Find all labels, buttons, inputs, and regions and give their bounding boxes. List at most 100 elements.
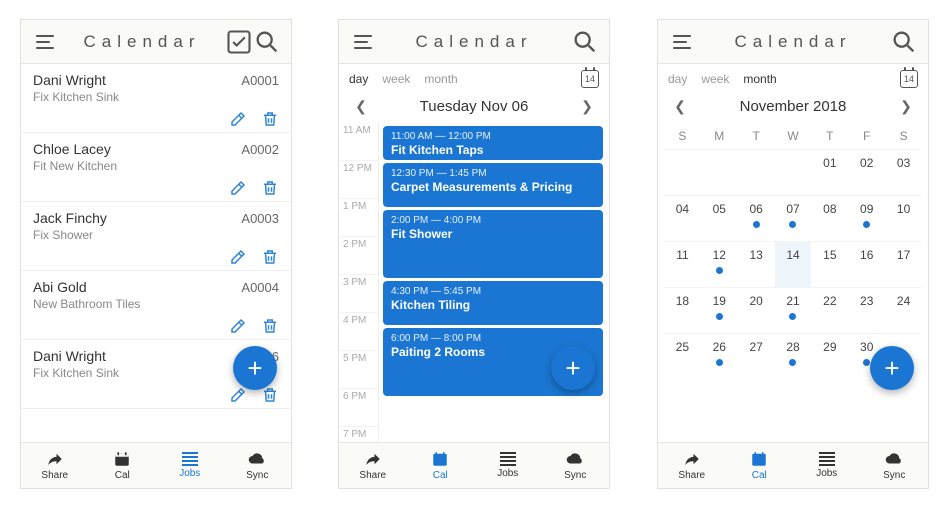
trash-icon[interactable]: [261, 179, 279, 197]
menu-button[interactable]: [349, 28, 377, 56]
jump-today-button[interactable]: 14: [900, 70, 918, 88]
month-day-cell[interactable]: 04: [664, 195, 701, 241]
calendar-event[interactable]: 4:30 PM — 5:45 PMKitchen Tiling: [383, 281, 603, 325]
view-tab-week[interactable]: week: [382, 72, 410, 86]
add-event-fab[interactable]: +: [551, 346, 595, 390]
trash-icon[interactable]: [261, 110, 279, 128]
day-number: 05: [713, 202, 726, 216]
trash-icon[interactable]: [261, 386, 279, 404]
prev-month-button[interactable]: ❮: [670, 98, 690, 115]
month-day-cell[interactable]: 20: [738, 287, 775, 333]
tab-sync[interactable]: Sync: [869, 450, 919, 481]
month-day-cell[interactable]: 27: [738, 333, 775, 379]
month-day-cell[interactable]: 26: [701, 333, 738, 379]
month-day-cell[interactable]: 01: [811, 149, 848, 195]
job-item[interactable]: Abi GoldA0004New Bathroom Tiles: [21, 271, 291, 340]
month-day-cell[interactable]: 07: [775, 195, 812, 241]
view-tab-week[interactable]: week: [701, 72, 729, 86]
event-dot: [789, 313, 796, 320]
job-name: Dani Wright: [33, 72, 106, 88]
tab-jobs[interactable]: Jobs: [483, 452, 533, 479]
job-item[interactable]: Jack FinchyA0003Fix Shower: [21, 202, 291, 271]
month-day-cell[interactable]: 21: [775, 287, 812, 333]
view-tab-day[interactable]: day: [668, 72, 687, 86]
tab-share[interactable]: Share: [348, 450, 398, 481]
day-number: 20: [749, 294, 762, 308]
tab-sync[interactable]: Sync: [232, 450, 282, 481]
event-title: Fit Shower: [391, 227, 595, 241]
tab-jobs[interactable]: Jobs: [802, 452, 852, 479]
job-item[interactable]: Dani WrightA0001Fix Kitchen Sink: [21, 64, 291, 133]
month-day-cell[interactable]: 29: [811, 333, 848, 379]
edit-icon[interactable]: [229, 179, 247, 197]
tab-cal[interactable]: Cal: [734, 450, 784, 481]
view-tab-month[interactable]: month: [424, 72, 457, 86]
month-day-cell[interactable]: 22: [811, 287, 848, 333]
month-day-cell[interactable]: 23: [848, 287, 885, 333]
search-icon: [253, 28, 281, 56]
day-number: 07: [786, 202, 799, 216]
event-title: Carpet Measurements & Pricing: [391, 180, 595, 194]
menu-button[interactable]: [668, 28, 696, 56]
month-day-cell[interactable]: 02: [848, 149, 885, 195]
month-day-cell[interactable]: 09: [848, 195, 885, 241]
month-day-cell[interactable]: 06: [738, 195, 775, 241]
dow-label: T: [738, 123, 775, 149]
tab-jobs[interactable]: Jobs: [165, 452, 215, 479]
month-day-cell[interactable]: 19: [701, 287, 738, 333]
month-day-cell[interactable]: 17: [885, 241, 922, 287]
job-item[interactable]: Chloe LaceyA0002Fit New Kitchen: [21, 133, 291, 202]
tab-sync[interactable]: Sync: [550, 450, 600, 481]
edit-icon[interactable]: [229, 317, 247, 335]
edit-icon[interactable]: [229, 248, 247, 266]
tab-label: Sync: [883, 470, 905, 481]
month-day-cell[interactable]: 28: [775, 333, 812, 379]
search-button[interactable]: [890, 28, 918, 56]
month-day-cell[interactable]: 25: [664, 333, 701, 379]
month-day-cell[interactable]: 14: [775, 241, 812, 287]
edit-icon[interactable]: [229, 110, 247, 128]
menu-button[interactable]: [31, 28, 59, 56]
job-desc: Fix Kitchen Sink: [33, 90, 279, 104]
month-day-cell[interactable]: 18: [664, 287, 701, 333]
tab-share[interactable]: Share: [667, 450, 717, 481]
event-time: 12:30 PM — 1:45 PM: [391, 168, 595, 179]
add-event-fab[interactable]: +: [870, 346, 914, 390]
day-number: 26: [713, 340, 726, 354]
calendar-event[interactable]: 11:00 AM — 12:00 PMFit Kitchen Taps: [383, 126, 603, 160]
search-button[interactable]: [571, 28, 599, 56]
month-day-cell[interactable]: 08: [811, 195, 848, 241]
search-button[interactable]: [253, 28, 281, 56]
month-day-cell[interactable]: 11: [664, 241, 701, 287]
jump-today-button[interactable]: 14: [581, 70, 599, 88]
calendar-event[interactable]: 12:30 PM — 1:45 PMCarpet Measurements & …: [383, 163, 603, 207]
month-day-cell[interactable]: 16: [848, 241, 885, 287]
day-number: 18: [676, 294, 689, 308]
month-day-cell[interactable]: 10: [885, 195, 922, 241]
tab-cal[interactable]: Cal: [415, 450, 465, 481]
prev-day-button[interactable]: ❮: [351, 98, 371, 115]
day-number: 19: [713, 294, 726, 308]
month-day-cell[interactable]: 13: [738, 241, 775, 287]
tab-cal[interactable]: Cal: [97, 450, 147, 481]
select-button[interactable]: [225, 28, 253, 56]
month-day-cell[interactable]: 05: [701, 195, 738, 241]
view-tab-day[interactable]: day: [349, 72, 368, 86]
next-month-button[interactable]: ❯: [896, 98, 916, 115]
day-number: 22: [823, 294, 836, 308]
date-title: Tuesday Nov 06: [420, 98, 529, 115]
view-tab-month[interactable]: month: [743, 72, 776, 86]
next-day-button[interactable]: ❯: [577, 98, 597, 115]
trash-icon[interactable]: [261, 317, 279, 335]
month-day-cell[interactable]: 24: [885, 287, 922, 333]
tab-share[interactable]: Share: [30, 450, 80, 481]
month-day-cell[interactable]: 15: [811, 241, 848, 287]
tab-label: Jobs: [179, 468, 200, 479]
trash-icon[interactable]: [261, 248, 279, 266]
tab-label: Jobs: [816, 468, 837, 479]
month-day-cell[interactable]: 03: [885, 149, 922, 195]
calendar-event[interactable]: 2:00 PM — 4:00 PMFit Shower: [383, 210, 603, 278]
edit-icon[interactable]: [229, 386, 247, 404]
month-day-cell[interactable]: 12: [701, 241, 738, 287]
add-job-fab[interactable]: +: [233, 346, 277, 390]
